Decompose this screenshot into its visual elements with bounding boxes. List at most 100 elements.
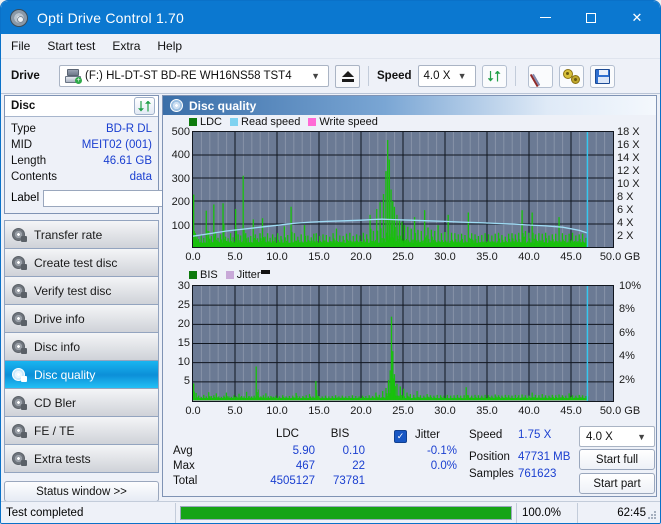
- disc-panel: Disc Type BD-R DL MID MEIT02 (001) Lengt…: [4, 95, 159, 214]
- stats-total-ldc: 4505127: [243, 475, 315, 487]
- ldc-xtick: 35.0: [469, 251, 505, 263]
- ldc-plot-area: [192, 131, 614, 248]
- menu-item-start-test[interactable]: Start test: [47, 39, 95, 53]
- ldc-y2tick: 16 X: [617, 139, 640, 151]
- erase-button[interactable]: [528, 65, 553, 88]
- speed-select[interactable]: 4.0 X ▼: [418, 65, 476, 87]
- ldc-xtick: 50.0 GB: [591, 251, 649, 263]
- progress-bar: [180, 506, 512, 520]
- disc-icon: [12, 312, 27, 326]
- bis-ytick: 30: [163, 280, 190, 292]
- sidebar-item-label: Transfer rate: [34, 228, 102, 242]
- stats-total-bis: 73781: [315, 475, 365, 487]
- bis-xtick: 10.0: [259, 405, 295, 417]
- bis-y2tick: 2%: [619, 374, 635, 386]
- ldc-chart-legend: LDC Read speed Write speed: [189, 116, 383, 128]
- minimize-button[interactable]: [522, 1, 568, 34]
- disc-icon: [12, 228, 27, 242]
- toolbar-divider: [368, 66, 369, 86]
- samples-stat-label: Samples: [469, 468, 514, 480]
- samples-stat-value: 761623: [518, 468, 556, 480]
- legend-label: Jitter: [237, 269, 261, 281]
- stats-header-ldc: LDC: [260, 428, 315, 440]
- sidebar-item-transfer-rate[interactable]: Transfer rate: [5, 221, 158, 249]
- menu-item-help[interactable]: Help: [157, 39, 182, 53]
- sidebar-item-fe-te[interactable]: FE / TE: [5, 417, 158, 445]
- nav-list: Transfer rate Create test disc Verify te…: [4, 220, 159, 473]
- ldc-ytick: 500: [163, 126, 190, 138]
- drive-label: Drive: [7, 70, 53, 82]
- disc-icon: [12, 368, 27, 382]
- bis-xtick: 5.0: [219, 405, 251, 417]
- sidebar-item-verify-test-disc[interactable]: Verify test disc: [5, 277, 158, 305]
- ldc-ytick: 100: [163, 220, 190, 232]
- sidebar-item-label: Disc info: [34, 340, 80, 354]
- ldc-y2tick: 18 X: [617, 126, 640, 138]
- start-full-button[interactable]: Start full: [579, 449, 655, 470]
- ldc-y2tick: 10 X: [617, 178, 640, 190]
- close-button[interactable]: ✕: [614, 1, 660, 34]
- disc-row-value: MEIT02 (001): [82, 139, 152, 151]
- disc-refresh-button[interactable]: [134, 97, 155, 115]
- legend-item-bis: BIS: [189, 269, 218, 281]
- gears-icon: [563, 69, 580, 84]
- ldc-xtick: 5.0: [219, 251, 251, 263]
- disc-label-row: Label: [11, 187, 152, 209]
- eject-button[interactable]: [335, 65, 360, 88]
- test-speed-select[interactable]: 4.0 X ▼: [579, 426, 655, 447]
- chevron-down-icon: ▼: [632, 432, 651, 442]
- sidebar-item-cd-bler[interactable]: CD Bler: [5, 389, 158, 417]
- bis-y2tick: 10%: [619, 280, 641, 292]
- bis-y2tick: 6%: [619, 327, 635, 339]
- legend-item-read-speed: Read speed: [230, 116, 300, 128]
- page-title: Disc quality: [189, 99, 256, 113]
- bis-xtick: 30.0: [427, 405, 463, 417]
- bis-xtick: 45.0: [553, 405, 589, 417]
- position-stat-value: 47731 MB: [518, 451, 570, 463]
- drive-select[interactable]: + (F:) HL-DT-ST BD-RE WH16NS58 TST4 ▼: [59, 65, 329, 87]
- jitter-checkbox[interactable]: ✓: [394, 430, 407, 443]
- disc-row-key: Contents: [11, 171, 57, 183]
- stats-row-label-max: Max: [173, 460, 195, 472]
- disc-row-type: Type BD-R DL: [11, 121, 152, 137]
- sidebar-item-disc-quality[interactable]: Disc quality: [5, 361, 158, 389]
- chevron-down-icon: ▼: [306, 71, 325, 81]
- settings-button[interactable]: [559, 65, 584, 88]
- sidebar-item-label: CD Bler: [34, 396, 76, 410]
- disc-icon: [12, 256, 27, 270]
- resize-grip-icon[interactable]: [647, 510, 657, 520]
- sidebar: Disc Type BD-R DL MID MEIT02 (001) Lengt…: [4, 95, 159, 497]
- disc-row-key: Length: [11, 155, 46, 167]
- disc-row-value: 46.61 GB: [103, 155, 152, 167]
- app-icon: [10, 9, 28, 27]
- sidebar-item-disc-info[interactable]: Disc info: [5, 333, 158, 361]
- save-button[interactable]: [590, 65, 615, 88]
- legend-item-ldc: LDC: [189, 116, 222, 128]
- status-window-button[interactable]: Status window >>: [4, 481, 159, 502]
- ldc-xtick: 30.0: [427, 251, 463, 263]
- menu-item-extra[interactable]: Extra: [112, 39, 140, 53]
- refresh-button[interactable]: [482, 65, 507, 88]
- disc-row-value: data: [130, 171, 152, 183]
- sidebar-item-create-test-disc[interactable]: Create test disc: [5, 249, 158, 277]
- menu-item-file[interactable]: File: [11, 39, 30, 53]
- sidebar-item-extra-tests[interactable]: Extra tests: [5, 445, 158, 473]
- ldc-y2tick: 14 X: [617, 152, 640, 164]
- toolbar-divider: [515, 66, 516, 86]
- status-bar: Test completed 100.0% 62:45: [1, 501, 660, 523]
- stats-header-bis: BIS: [315, 428, 365, 440]
- bis-xtick: 50.0 GB: [591, 405, 649, 417]
- close-icon: ✕: [632, 10, 643, 26]
- disc-icon: [12, 424, 27, 438]
- sidebar-item-label: Extra tests: [34, 452, 91, 466]
- main-area: Disc Type BD-R DL MID MEIT02 (001) Lengt…: [1, 94, 660, 499]
- disc-panel-title: Disc: [11, 100, 35, 112]
- ldc-xtick: 20.0: [343, 251, 379, 263]
- position-stat-label: Position: [469, 451, 510, 463]
- sidebar-item-drive-info[interactable]: Drive info: [5, 305, 158, 333]
- stats-row-label-total: Total: [173, 475, 197, 487]
- eraser-icon: [530, 67, 549, 85]
- ldc-ytick: 400: [163, 149, 190, 161]
- maximize-button[interactable]: [568, 1, 614, 34]
- start-part-button[interactable]: Start part: [579, 473, 655, 494]
